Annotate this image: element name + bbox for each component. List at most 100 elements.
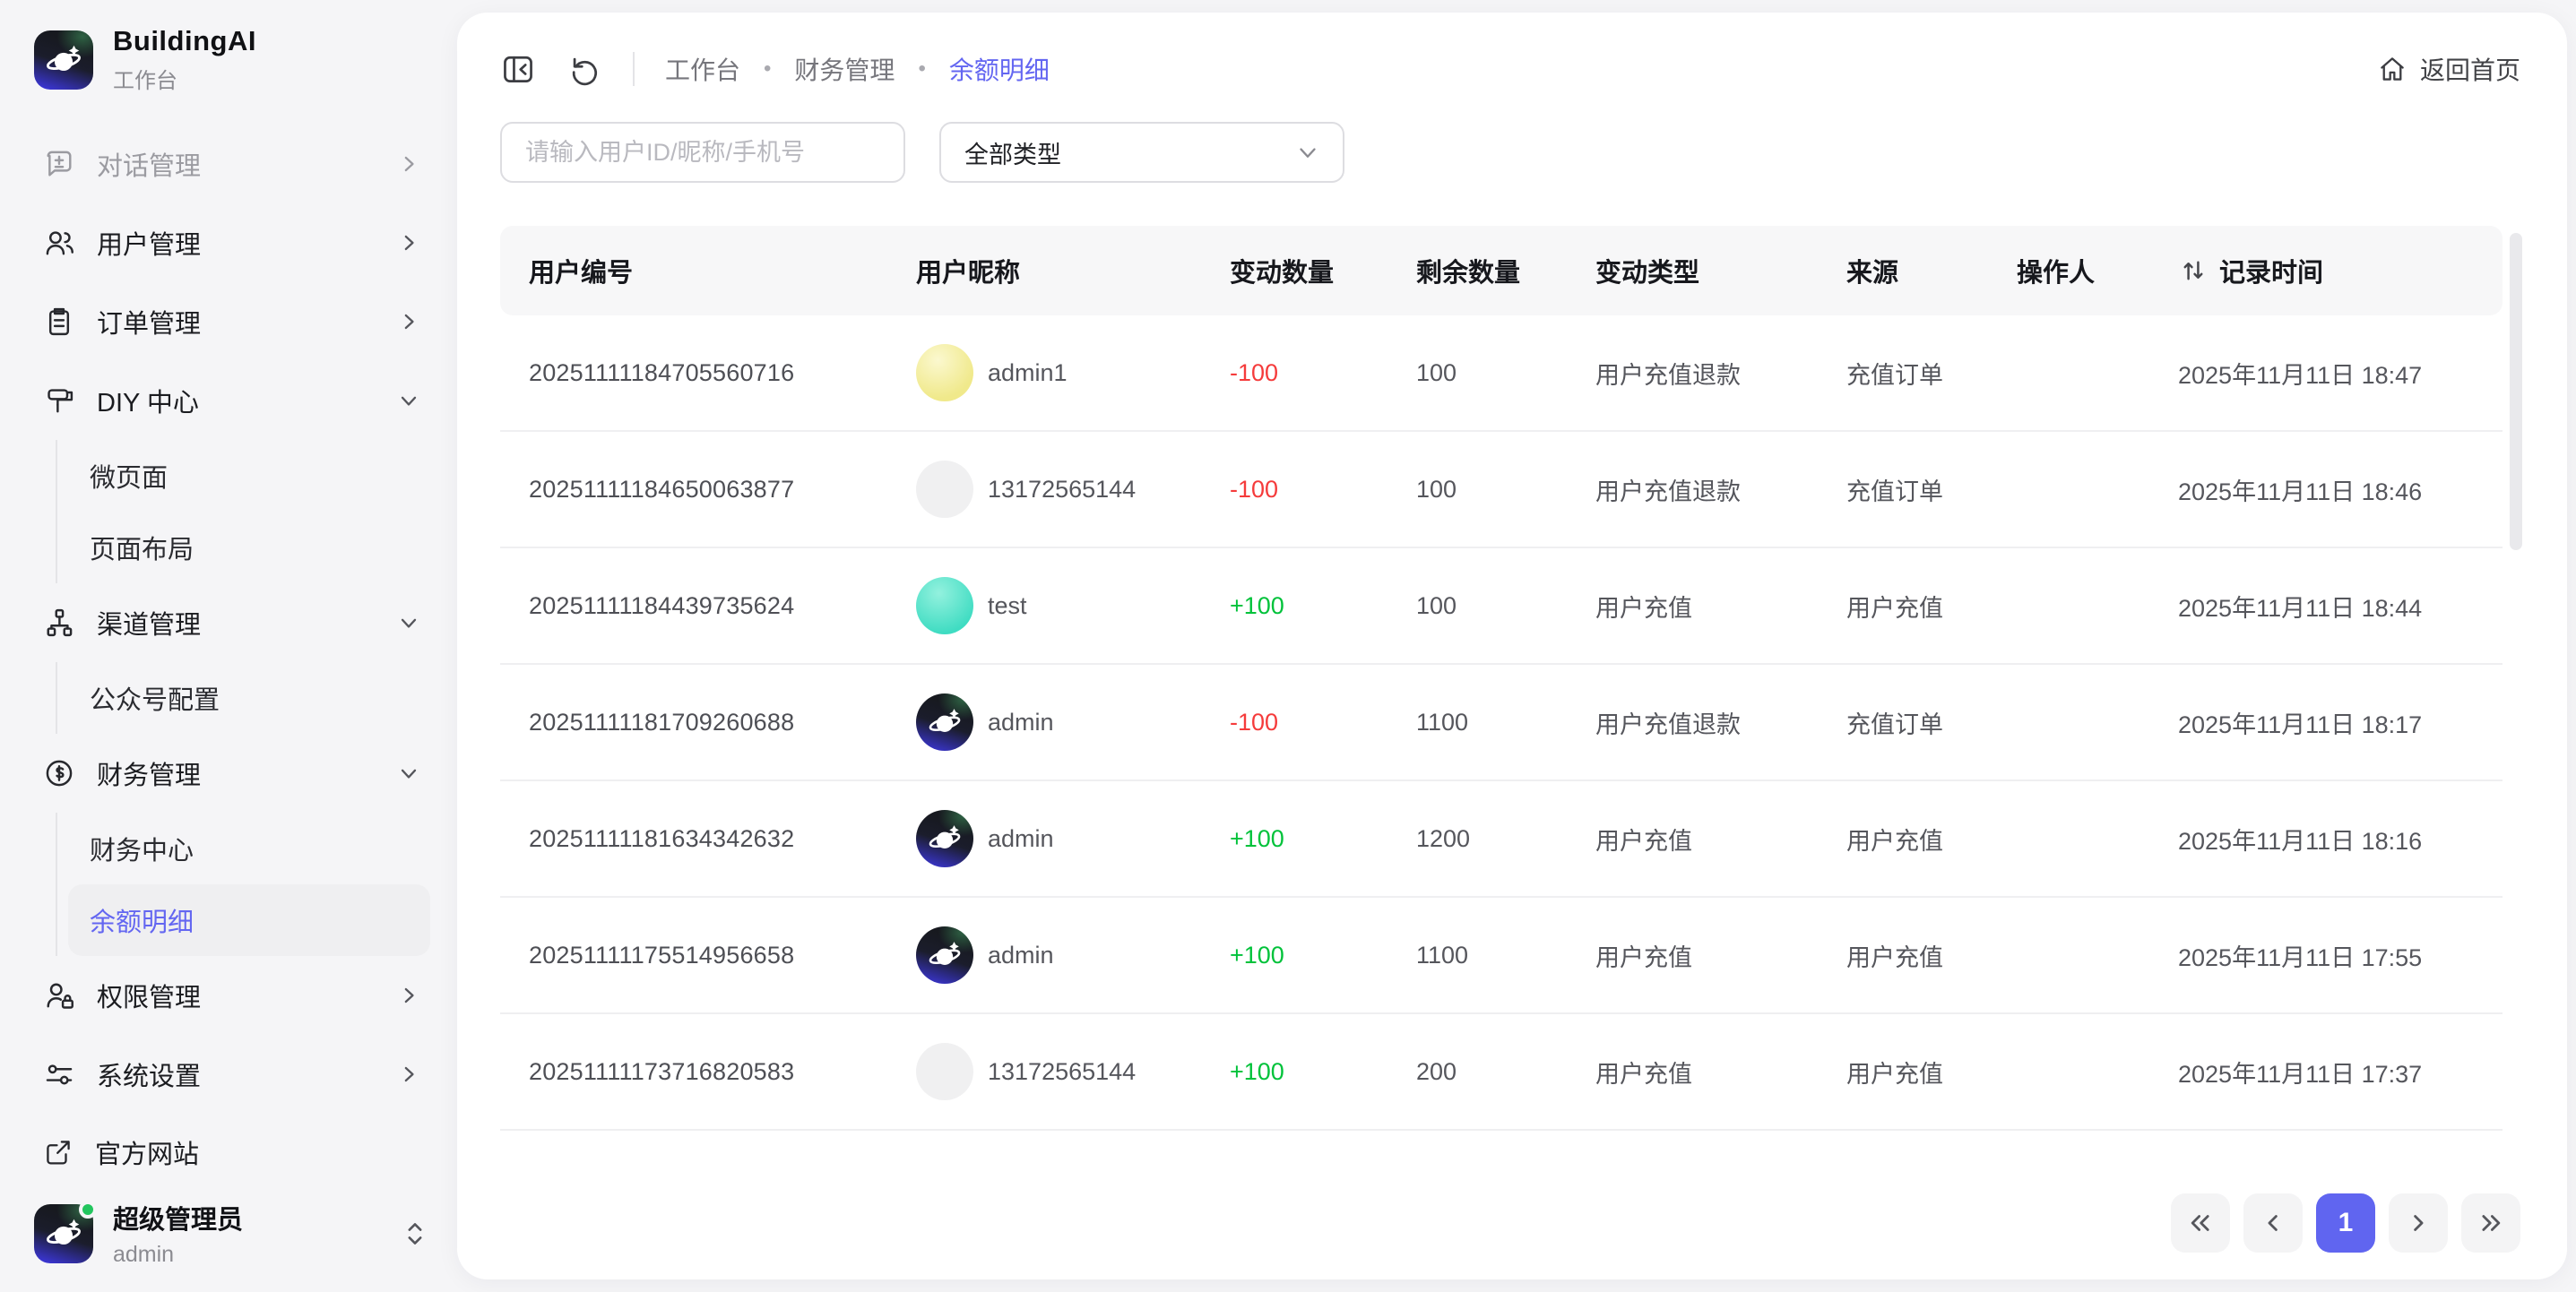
external-link-icon [43,1137,73,1167]
col-nickname: 用户昵称 [916,252,1230,289]
row-avatar [916,693,973,751]
sidebar-item-order-management[interactable]: 订单管理 [27,282,437,361]
page-button-1[interactable]: 1 [2316,1193,2375,1253]
back-home-button[interactable]: 返回首页 [2377,51,2520,87]
cell-record-time: 2025年11月11日 18:47 [2178,356,2503,391]
sidebar-item-micro-page[interactable]: 微页面 [68,440,430,512]
next-page-button[interactable] [2389,1193,2448,1253]
topbar: 工作台 • 财务管理 • 余额明细 返回首页 [500,38,2520,100]
back-home-label: 返回首页 [2420,51,2520,87]
cell-change: +100 [1230,942,1416,969]
sidebar: BuildingAI 工作台 对话管理 用户管理 订单管理 [0,0,457,1292]
chevron-down-icon [396,761,421,786]
double-chevron-left-icon [2187,1210,2214,1236]
chevron-down-icon [396,610,421,635]
sidebar-item-balance-details[interactable]: 余额明细 [68,884,430,956]
col-change: 变动数量 [1230,252,1416,289]
type-select[interactable]: 全部类型 [939,122,1344,183]
cell-record-time: 2025年11月11日 18:44 [2178,589,2503,624]
chevron-left-icon [2260,1210,2286,1236]
row-avatar [916,577,973,634]
cell-change: -100 [1230,359,1416,387]
chevron-down-icon [1294,139,1321,166]
sidebar-item-diy-center[interactable]: DIY 中心 [27,361,437,440]
cell-change-type: 用户充值 [1595,1055,1846,1090]
sliders-icon [43,1058,75,1090]
chevron-right-icon [396,151,421,177]
user-menu[interactable]: 超级管理员 admin [27,1192,437,1276]
row-avatar [916,1043,973,1100]
breadcrumb-workbench[interactable]: 工作台 [665,51,740,87]
table-row: 20251111184705560716 admin1 -100 100 用户充… [500,315,2503,432]
sidebar-item-official-account-config[interactable]: 公众号配置 [68,662,430,734]
planet-icon [926,703,964,741]
breadcrumb-finance[interactable]: 财务管理 [794,51,895,87]
cell-user-id: 20251111181709260688 [529,709,916,736]
cell-record-time: 2025年11月11日 18:17 [2178,705,2503,740]
cell-nickname: admin [916,693,1230,751]
cell-change-type: 用户充值退款 [1595,705,1846,740]
table-row: 20251111184439735624 test +100 100 用户充值 … [500,548,2503,665]
sidebar-item-channel-management[interactable]: 渠道管理 [27,583,437,662]
col-operator: 操作人 [2017,252,2178,289]
table-row: 20251111181634342632 admin +100 1200 用户充… [500,781,2503,898]
refresh-icon[interactable] [566,51,602,87]
chevron-right-icon [396,1062,421,1087]
sidebar-item-label: 对话管理 [97,145,201,183]
sidebar-item-chat-management[interactable]: 对话管理 [27,125,437,203]
chevron-right-icon [2405,1210,2432,1236]
table-row: 20251111173716820583 13172565144 +100 20… [500,1014,2503,1131]
sidebar-item-official-website[interactable]: 官方网站 [27,1114,437,1192]
col-change-type: 变动类型 [1595,252,1846,289]
breadcrumb-separator: • [764,56,771,82]
chevron-right-icon [396,983,421,1008]
pagination: 1 [2171,1193,2520,1253]
org-chart-icon [43,607,75,639]
nickname-text: admin [988,825,1054,853]
prev-page-button[interactable] [2243,1193,2303,1253]
user-lock-icon [43,979,75,1012]
sidebar-item-page-layout[interactable]: 页面布局 [68,512,430,583]
chevron-right-icon [396,309,421,334]
sidebar-item-user-management[interactable]: 用户管理 [27,203,437,282]
col-record-time-sortable[interactable]: 记录时间 [2178,252,2503,289]
cell-record-time: 2025年11月11日 17:55 [2178,938,2503,973]
row-avatar [916,926,973,984]
cell-balance: 100 [1416,476,1595,504]
row-avatar [916,810,973,867]
cell-record-time: 2025年11月11日 18:16 [2178,822,2503,857]
sidebar-item-label: 权限管理 [97,977,201,1014]
chevron-updown-icon [403,1220,427,1247]
planet-icon [926,820,964,857]
cell-balance: 1100 [1416,942,1595,969]
sidebar-item-permission-management[interactable]: 权限管理 [27,956,437,1035]
search-input[interactable] [500,122,905,183]
cell-nickname: admin [916,810,1230,867]
planet-icon [926,936,964,974]
nickname-text: admin [988,709,1054,736]
cell-nickname: 13172565144 [916,461,1230,518]
sidebar-item-system-settings[interactable]: 系统设置 [27,1035,437,1114]
sidebar-item-label: 官方网站 [95,1133,199,1171]
brand: BuildingAI 工作台 [27,20,437,94]
cell-source: 用户充值 [1846,589,2017,624]
topbar-divider [633,52,635,86]
last-page-button[interactable] [2461,1193,2520,1253]
online-status-dot [79,1201,97,1219]
filter-bar: 全部类型 [500,122,2520,183]
sort-arrows-icon [2178,255,2209,286]
sidebar-collapse-icon[interactable] [500,51,536,87]
cell-nickname: admin1 [916,344,1230,401]
sidebar-item-finance-management[interactable]: 财务管理 [27,734,437,813]
cell-nickname: 13172565144 [916,1043,1230,1100]
sidebar-item-label: 财务管理 [97,754,201,792]
col-balance: 剩余数量 [1416,252,1595,289]
first-page-button[interactable] [2171,1193,2230,1253]
cell-change-type: 用户充值 [1595,822,1846,857]
table-scrollbar-thumb[interactable] [2510,233,2522,550]
cell-user-id: 20251111184439735624 [529,592,916,620]
cell-record-time: 2025年11月11日 17:37 [2178,1055,2503,1090]
main-panel: 工作台 • 财务管理 • 余额明细 返回首页 全部类型 用户编号 用户昵称 变 [457,13,2567,1279]
users-icon [43,227,75,259]
sidebar-item-finance-center[interactable]: 财务中心 [68,813,430,884]
